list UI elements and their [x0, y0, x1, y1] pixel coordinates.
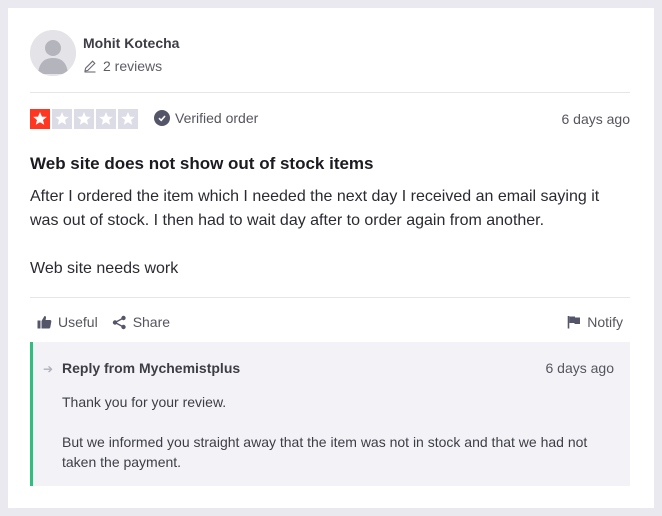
review-card: Mohit Kotecha 2 reviews Verified order 6…	[8, 8, 654, 508]
review-paragraph: After I ordered the item which I needed …	[30, 188, 600, 229]
reviewer-name[interactable]: Mohit Kotecha	[83, 35, 179, 51]
reply-paragraph: Thank you for your review.	[62, 394, 227, 410]
star-empty-icon	[96, 109, 116, 129]
divider	[30, 92, 630, 93]
review-paragraph: Web site needs work	[30, 260, 179, 277]
pencil-icon	[84, 60, 96, 73]
notify-label: Notify	[587, 314, 623, 330]
reply-paragraph: But we informed you straight away that t…	[62, 434, 588, 470]
reviews-count: 2 reviews	[83, 58, 162, 74]
useful-label: Useful	[58, 314, 98, 330]
divider	[30, 297, 630, 298]
reply-arrow-icon: ➔	[43, 362, 54, 376]
review-title[interactable]: Web site does not show out of stock item…	[30, 154, 374, 174]
reply-body: Thank you for your review. But we inform…	[62, 392, 622, 492]
share-button[interactable]: Share	[112, 314, 170, 330]
verified-badge[interactable]: Verified order	[154, 110, 258, 126]
share-label: Share	[132, 314, 171, 330]
star-rating	[30, 109, 140, 129]
share-icon	[112, 315, 126, 329]
useful-button[interactable]: Useful	[37, 314, 98, 330]
star-empty-icon	[52, 109, 72, 129]
user-silhouette-icon	[30, 30, 76, 76]
star-empty-icon	[118, 109, 138, 129]
review-date: 6 days ago	[561, 111, 631, 127]
notify-button[interactable]: Notify	[567, 314, 623, 330]
star-empty-icon	[74, 109, 94, 129]
reply-date: 6 days ago	[545, 360, 615, 376]
thumbs-up-icon	[37, 316, 52, 329]
reviews-count-label: 2 reviews	[103, 58, 163, 74]
review-actions: Useful Share	[37, 314, 184, 330]
avatar[interactable]	[30, 30, 76, 76]
flag-icon	[567, 316, 581, 329]
reply-from: Reply from Mychemistplus	[62, 360, 241, 376]
checkmark-icon	[154, 110, 170, 126]
review-body: After I ordered the item which I needed …	[30, 185, 630, 305]
star-filled-icon	[30, 109, 50, 129]
company-reply: ➔ Reply from Mychemistplus 6 days ago Th…	[30, 342, 630, 486]
verified-label: Verified order	[175, 110, 259, 126]
